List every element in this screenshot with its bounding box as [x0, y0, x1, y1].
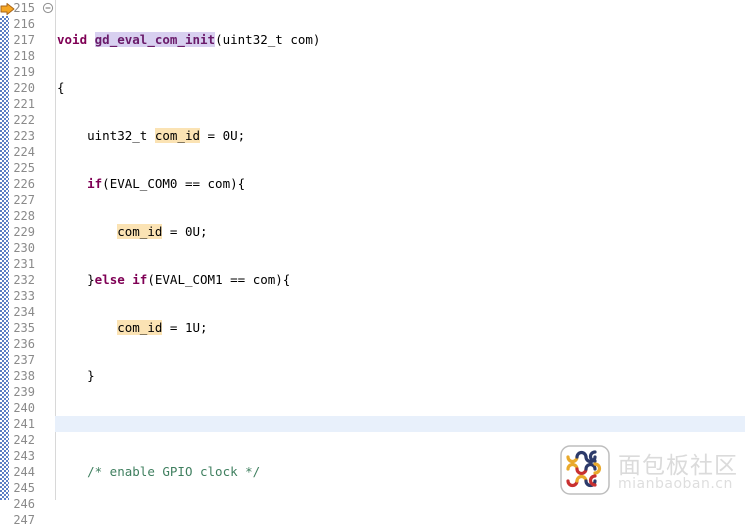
code-content[interactable]: void gd_eval_com_init(uint32_t com) { ui… [57, 0, 745, 500]
line-number: 220 [13, 81, 35, 95]
token-keyword: void [57, 32, 88, 47]
token-text: } [57, 272, 95, 287]
line-number: 247 [13, 513, 35, 527]
line-number: 241 [13, 417, 35, 431]
token-occurrence-write: com_id [117, 224, 163, 239]
line-number: 245 [13, 481, 35, 495]
token-keyword: else [94, 272, 125, 287]
line-number-gutter: 215 216 217 218 219 220 221 222 223 224 … [9, 0, 38, 527]
code-line-220[interactable]: }else if(EVAL_COM1 == com){ [57, 272, 745, 288]
line-number: 236 [13, 337, 35, 351]
fold-collapse-icon[interactable] [41, 0, 55, 16]
token-text: (EVAL_COM0 == com){ [102, 176, 246, 191]
token-keyword: if [132, 272, 148, 287]
code-line-221[interactable]: com_id = 1U; [57, 320, 745, 336]
line-number: 238 [13, 369, 35, 383]
code-editor[interactable]: 215 216 217 218 219 220 221 222 223 224 … [0, 0, 745, 527]
line-number: 215 [13, 1, 35, 15]
code-line-218[interactable]: if(EVAL_COM0 == com){ [57, 176, 745, 192]
line-number: 227 [13, 193, 35, 207]
line-number: 232 [13, 273, 35, 287]
change-bar [0, 0, 9, 500]
line-number: 246 [13, 497, 35, 511]
line-number: 233 [13, 289, 35, 303]
code-line-224[interactable]: /* enable GPIO clock */ [57, 464, 745, 480]
line-number: 224 [13, 145, 35, 159]
token-text: = 0U; [162, 224, 208, 239]
token-keyword: if [87, 176, 103, 191]
token-text: = 1U; [162, 320, 208, 335]
token-text: = 0U; [200, 128, 246, 143]
line-number: 219 [13, 65, 35, 79]
code-line-215[interactable]: void gd_eval_com_init(uint32_t com) [57, 32, 745, 48]
line-number: 226 [13, 177, 35, 191]
code-line-217[interactable]: uint32_t com_id = 0U; [57, 128, 745, 144]
token-text: { [57, 80, 65, 95]
line-number: 235 [13, 321, 35, 335]
line-number: 229 [13, 225, 35, 239]
token-function-declaration: gd_eval_com_init [94, 32, 216, 47]
token-occurrence-write: com_id [117, 320, 163, 335]
line-number: 225 [13, 161, 35, 175]
line-number: 222 [13, 113, 35, 127]
line-number: 237 [13, 353, 35, 367]
token-comment: /* enable GPIO clock */ [87, 464, 261, 479]
line-number: 239 [13, 385, 35, 399]
change-bar-gap [0, 0, 9, 16]
line-number: 240 [13, 401, 35, 415]
code-line-222[interactable]: } [57, 368, 745, 384]
code-line-219[interactable]: com_id = 0U; [57, 224, 745, 240]
code-line-216[interactable]: { [57, 80, 745, 96]
token-text: (EVAL_COM1 == com){ [147, 272, 291, 287]
line-number: 217 [13, 33, 35, 47]
line-number: 230 [13, 241, 35, 255]
line-number: 216 [13, 17, 35, 31]
line-number: 231 [13, 257, 35, 271]
line-number: 242 [13, 433, 35, 447]
token-occurrence-write: com_id [154, 128, 200, 143]
line-number: 244 [13, 465, 35, 479]
code-line-223[interactable] [57, 416, 745, 432]
line-number: 243 [13, 449, 35, 463]
folding-column[interactable] [41, 0, 55, 500]
token-text: } [57, 368, 95, 383]
line-number: 228 [13, 209, 35, 223]
line-number: 218 [13, 49, 35, 63]
token-text: (uint32_t com) [215, 32, 321, 47]
line-number: 221 [13, 97, 35, 111]
token-text: uint32_t [57, 128, 155, 143]
line-number: 223 [13, 129, 35, 143]
line-number: 234 [13, 305, 35, 319]
